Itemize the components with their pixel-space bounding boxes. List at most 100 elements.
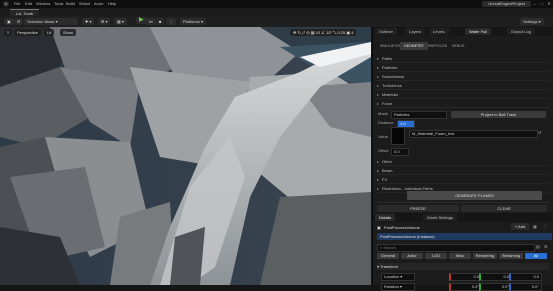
minimize-icon[interactable]: – — [532, 1, 538, 7]
tab-world-settings[interactable]: World Settings — [423, 214, 457, 221]
menu-edit[interactable]: Edit — [25, 1, 32, 7]
filter-rendering[interactable]: Rendering — [473, 253, 497, 259]
section-label: Paths — [382, 56, 393, 61]
browse-icon[interactable]: ↺ — [538, 130, 541, 135]
content-icon[interactable]: ⊟ — [14, 18, 24, 25]
tab-water-full[interactable]: Water Full — [465, 28, 492, 35]
material-picker[interactable]: M_Waterfall_Foam_Inst — [409, 130, 538, 138]
section-force[interactable]: ▸ Force — [377, 100, 549, 108]
filter-streaming[interactable]: Streaming — [499, 253, 523, 259]
blueprint-icon[interactable]: ⊞ ▾ — [98, 18, 111, 25]
filter-all[interactable]: All — [525, 253, 547, 259]
tab-output-log[interactable]: Output Log — [507, 28, 535, 35]
generate-planes-button[interactable]: GENERATE PLANES — [407, 191, 542, 200]
menu-bar: U File Edit Window Tools Build Select Ac… — [0, 0, 553, 8]
stop-icon[interactable]: ■ — [156, 18, 165, 25]
section-label: Particles — [382, 65, 398, 70]
component-instance-row[interactable]: PostProcessVolume (Instance) — [377, 233, 552, 240]
blueprint-icon[interactable]: ▦ — [533, 224, 537, 229]
filter-misc[interactable]: Misc — [449, 253, 471, 259]
settings-dropdown[interactable]: Settings ▾ — [520, 18, 544, 25]
freeze-button[interactable]: FREEZE — [377, 205, 459, 212]
section-label: Turbulence — [382, 83, 402, 88]
rotation-dropdown[interactable]: Rotation ▾ — [381, 283, 415, 291]
level-viewport[interactable]: ≡ Perspective Lit Show ✥ ↻ ⤢ ◎ ▦ 10 ∠ 10… — [0, 27, 371, 285]
rotation-x-field[interactable]: 0.0° — [449, 283, 482, 291]
section-smoothness[interactable]: ▸ Smoothness — [377, 73, 549, 81]
menu-help[interactable]: Help — [108, 1, 116, 7]
actor-name: PostProcessVolume — [384, 225, 420, 230]
skip-icon[interactable]: ⏭ — [146, 18, 156, 25]
expand-arrow-icon: ▸ — [377, 92, 380, 97]
section-other[interactable]: ▸ Other — [377, 158, 549, 166]
clear-button[interactable]: CLEAR — [461, 205, 547, 212]
gear-icon[interactable]: ⚙ — [544, 244, 548, 249]
location-x-field[interactable]: 0.0 — [449, 273, 482, 281]
expand-arrow-icon: ▸ — [377, 74, 380, 79]
save-icon[interactable]: ▣ — [4, 18, 14, 25]
rotation-z-field[interactable]: 0.0° — [509, 283, 542, 291]
subtab-debug[interactable]: DEBUG — [448, 42, 468, 50]
expand-arrow-icon: ▸ — [377, 83, 380, 88]
unreal-logo-icon[interactable]: U — [3, 1, 9, 7]
close-icon[interactable]: ✕ — [546, 1, 552, 7]
filter-icon[interactable]: ▤ — [536, 244, 540, 249]
material-thumbnail[interactable] — [391, 127, 405, 145]
filter-lod[interactable]: LOD — [425, 253, 447, 259]
section-materials[interactable]: ▸ Materials — [377, 91, 549, 99]
transform-tools-icon[interactable]: ✥ ↻ ⤢ ◎ ▦ 10 ∠ 10° ⤡ 0.25 ▣ 4 — [290, 29, 357, 36]
play-options-icon[interactable]: ⋮ — [166, 18, 176, 25]
location-dropdown[interactable]: Location ▾ — [381, 273, 415, 281]
add-actor-icon[interactable]: ✚ ▾ — [82, 18, 95, 25]
section-paths[interactable]: ▸ Paths — [377, 55, 549, 63]
tool-subtab-bar: SIMULATION GEOMETRY PARTICLES DEBUG — [373, 42, 553, 50]
section-fx[interactable]: ▸ FX — [377, 176, 549, 184]
mode-dropdown[interactable]: Particles — [391, 111, 447, 119]
distance-label: Distance — [378, 120, 394, 125]
offset-field[interactable]: 0.0 — [391, 148, 409, 156]
section-beam[interactable]: ▸ Beam — [377, 167, 549, 175]
expand-arrow-icon: ▸ — [377, 56, 380, 61]
section-particles[interactable]: ▸ Particles — [377, 64, 549, 72]
perspective-dropdown[interactable]: Perspective — [14, 29, 41, 36]
selection-mode-dropdown[interactable]: Selection Mode ▾ — [24, 18, 78, 25]
search-placeholder: Search — [383, 245, 397, 250]
details-search-input[interactable]: ⌕ Search — [377, 244, 535, 252]
project-button[interactable]: Project to Ball Track — [451, 111, 546, 118]
section-turbulence[interactable]: ▸ Turbulence — [377, 82, 549, 90]
tab-levels[interactable]: Levels — [429, 28, 449, 35]
menu-actor[interactable]: Actor — [94, 1, 103, 7]
section-label: Materials — [382, 92, 399, 97]
menu-build[interactable]: Build — [66, 1, 75, 7]
tab-details[interactable]: Details — [375, 214, 396, 221]
menu-select[interactable]: Select — [79, 1, 90, 7]
transform-title: Transform — [380, 264, 399, 269]
menu-file[interactable]: File — [14, 1, 20, 7]
details-tab-bar: Details World Settings — [373, 213, 553, 222]
menu-window[interactable]: Window — [36, 1, 50, 7]
add-component-button[interactable]: + Add — [511, 223, 529, 230]
rotation-y-field[interactable]: 0.0° — [479, 283, 512, 291]
platforms-dropdown[interactable]: Platforms ▾ — [180, 18, 207, 25]
maximize-icon[interactable]: □ — [539, 1, 545, 7]
right-panel: Outliner Layers Levels Water Full Output… — [372, 27, 553, 291]
location-y-field[interactable]: 0.0 — [479, 273, 512, 281]
filter-general[interactable]: General — [377, 253, 399, 259]
tab-layers[interactable]: Layers — [405, 28, 426, 35]
lit-dropdown[interactable]: Lit — [44, 29, 55, 36]
menu-tools[interactable]: Tools — [54, 1, 63, 7]
expand-arrow-icon: ▸ — [377, 101, 380, 106]
show-dropdown[interactable]: Show — [60, 29, 77, 36]
expand-arrow-icon: ▸ — [377, 186, 380, 191]
viewport-scene[interactable] — [0, 27, 371, 285]
expand-arrow-icon: ▸ — [377, 159, 380, 164]
tab-outliner[interactable]: Outliner — [375, 28, 398, 35]
viewport-menu-icon[interactable]: ≡ — [4, 29, 13, 36]
transform-section-header[interactable]: ▾ Transform — [377, 263, 549, 270]
cinematics-icon[interactable]: ▦ ▾ — [114, 18, 127, 25]
more-icon[interactable]: ⋮ — [543, 224, 547, 229]
location-z: 0.0 — [533, 274, 539, 279]
location-z-field[interactable]: 0.0 — [509, 273, 542, 281]
filter-actor[interactable]: Actor — [401, 253, 423, 259]
freeze-label: FREEZE — [410, 206, 426, 211]
